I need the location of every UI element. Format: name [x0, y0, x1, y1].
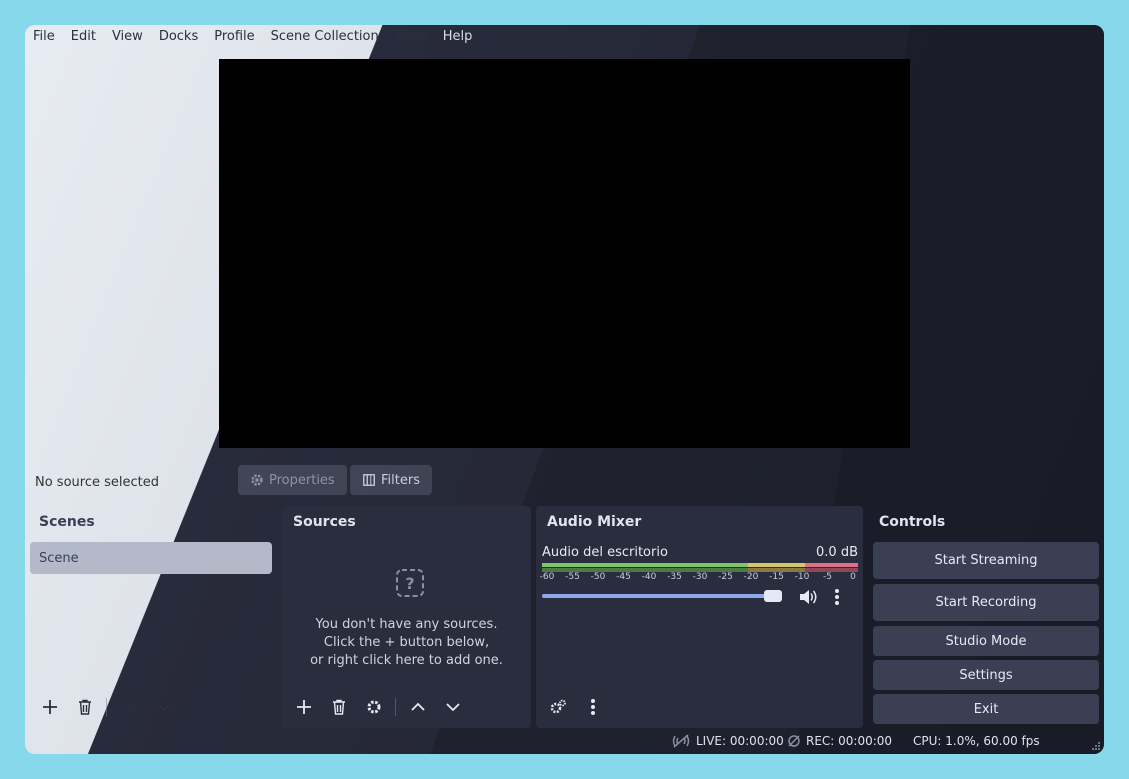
start-recording-button[interactable]: Start Recording: [873, 584, 1099, 621]
menu-tools[interactable]: Tools: [387, 25, 435, 49]
exit-button[interactable]: Exit: [873, 694, 1099, 724]
meter-tick-label: -60: [539, 572, 555, 582]
speaker-icon[interactable]: [798, 588, 818, 606]
plus-icon: [297, 700, 311, 714]
scenes-panel: Scenes Scene: [28, 506, 276, 728]
meter-tick-label: 0: [850, 572, 856, 582]
menu-edit[interactable]: Edit: [63, 25, 104, 49]
move-scene-down-button[interactable]: [151, 694, 177, 720]
chevron-down-icon: [157, 703, 171, 712]
source-properties-button[interactable]: [361, 694, 387, 720]
mixer-menu-button[interactable]: [580, 694, 606, 720]
scenes-title: Scenes: [39, 514, 95, 530]
filters-label: Filters: [381, 472, 420, 488]
meter-tick-label: -50: [590, 572, 606, 582]
move-source-down-button[interactable]: [440, 694, 466, 720]
remove-scene-button[interactable]: [72, 694, 98, 720]
add-source-button[interactable]: [291, 694, 317, 720]
menu-profile[interactable]: Profile: [206, 25, 262, 49]
menu-scene-collection[interactable]: Scene Collection: [263, 25, 387, 49]
menu-help[interactable]: Help: [435, 25, 481, 49]
trash-icon: [333, 699, 345, 715]
empty-line-1: You don't have any sources.: [315, 617, 498, 632]
filter-icon: [363, 474, 375, 486]
cpu-status: CPU: 1.0%, 60.00 fps: [913, 734, 1040, 748]
properties-label: Properties: [269, 472, 335, 488]
advanced-audio-button[interactable]: [545, 694, 571, 720]
sources-title: Sources: [293, 514, 356, 530]
audio-channel-level: 0.0 dB: [816, 545, 858, 560]
live-time: LIVE: 00:00:00: [696, 734, 784, 748]
remove-source-button[interactable]: [326, 694, 352, 720]
move-scene-up-button[interactable]: [116, 694, 142, 720]
meter-tick-label: -25: [718, 572, 733, 582]
sources-panel[interactable]: Sources ? You don't have any sources. Cl…: [282, 506, 531, 728]
meter-tick-label: -55: [565, 572, 580, 582]
gear-icon: [367, 700, 381, 714]
gear-icon: [251, 474, 263, 486]
menu-bar: File Edit View Docks Profile Scene Colle…: [25, 25, 1104, 49]
properties-button[interactable]: Properties: [238, 465, 347, 495]
scenes-toolbar: [28, 694, 177, 720]
meter-tick-label: -20: [743, 572, 759, 582]
plus-icon: [43, 700, 57, 714]
volume-slider-fill: [542, 594, 773, 598]
chevron-down-icon: [446, 703, 460, 712]
meter-tick-label: -10: [794, 572, 810, 582]
context-bar: No source selected Properties Filters: [25, 459, 1104, 505]
toolbar-separator: [106, 698, 107, 716]
move-source-up-button[interactable]: [405, 694, 431, 720]
gears-icon: [550, 699, 566, 714]
controls-panel: Controls Start Streaming Start Recording…: [868, 506, 1101, 728]
menu-file[interactable]: File: [25, 25, 63, 49]
volume-meter-scale: -60 -55 -50 -45 -40 -35 -30 -25 -20 -15 -10 -5 0: [539, 572, 857, 582]
obs-window: File Edit View Docks Profile Scene Colle…: [25, 25, 1104, 754]
record-off-icon: [788, 735, 800, 747]
empty-line-2: Click the + button below,: [323, 635, 490, 650]
studio-mode-button[interactable]: Studio Mode: [873, 626, 1099, 656]
menu-docks[interactable]: Docks: [151, 25, 206, 49]
meter-tick-label: -35: [667, 572, 682, 582]
meter-tick-label: -15: [769, 572, 784, 582]
cpu-fps: CPU: 1.0%, 60.00 fps: [913, 734, 1040, 748]
toolbar-separator: [395, 698, 396, 716]
meter-tick-label: -40: [641, 572, 657, 582]
scene-label: Scene: [39, 550, 79, 566]
program-preview[interactable]: [219, 59, 910, 448]
live-status: LIVE: 00:00:00: [671, 734, 784, 748]
scene-list-item[interactable]: Scene: [30, 542, 272, 574]
start-streaming-button[interactable]: Start Streaming: [873, 542, 1099, 579]
audio-mixer-panel: Audio Mixer Audio del escritorio 0.0 dB …: [536, 506, 863, 728]
question-icon: ?: [396, 569, 424, 597]
rec-status: REC: 00:00:00: [787, 734, 892, 748]
menu-view[interactable]: View: [104, 25, 151, 49]
resize-grip-icon[interactable]: [1091, 741, 1101, 751]
mixer-toolbar: [536, 694, 606, 720]
controls-title: Controls: [879, 514, 946, 530]
meter-tick-label: -45: [616, 572, 631, 582]
no-source-label: No source selected: [35, 474, 159, 490]
meter-tick-label: -5: [823, 572, 832, 582]
volume-slider-handle[interactable]: [764, 590, 782, 602]
status-bar: LIVE: 00:00:00 REC: 00:00:00 CPU: 1.0%, …: [25, 730, 1104, 754]
more-vertical-icon[interactable]: [834, 588, 840, 606]
empty-line-3: or right click here to add one.: [310, 653, 503, 668]
broadcast-off-icon: [672, 734, 690, 748]
svg-text:?: ?: [405, 574, 414, 593]
audio-channel-name: Audio del escritorio: [542, 545, 668, 560]
meter-tick-label: -30: [692, 572, 708, 582]
chevron-up-icon: [411, 702, 425, 711]
filters-button[interactable]: Filters: [350, 465, 432, 495]
sources-toolbar: [282, 694, 466, 720]
settings-button[interactable]: Settings: [873, 660, 1099, 690]
chevron-up-icon: [122, 702, 136, 711]
volume-slider[interactable]: [542, 590, 782, 602]
add-scene-button[interactable]: [37, 694, 63, 720]
more-vertical-icon: [591, 699, 595, 715]
sources-empty-message: You don't have any sources. Click the + …: [282, 616, 531, 670]
trash-icon: [79, 699, 91, 715]
audio-mixer-title: Audio Mixer: [547, 514, 642, 530]
rec-time: REC: 00:00:00: [806, 734, 893, 748]
